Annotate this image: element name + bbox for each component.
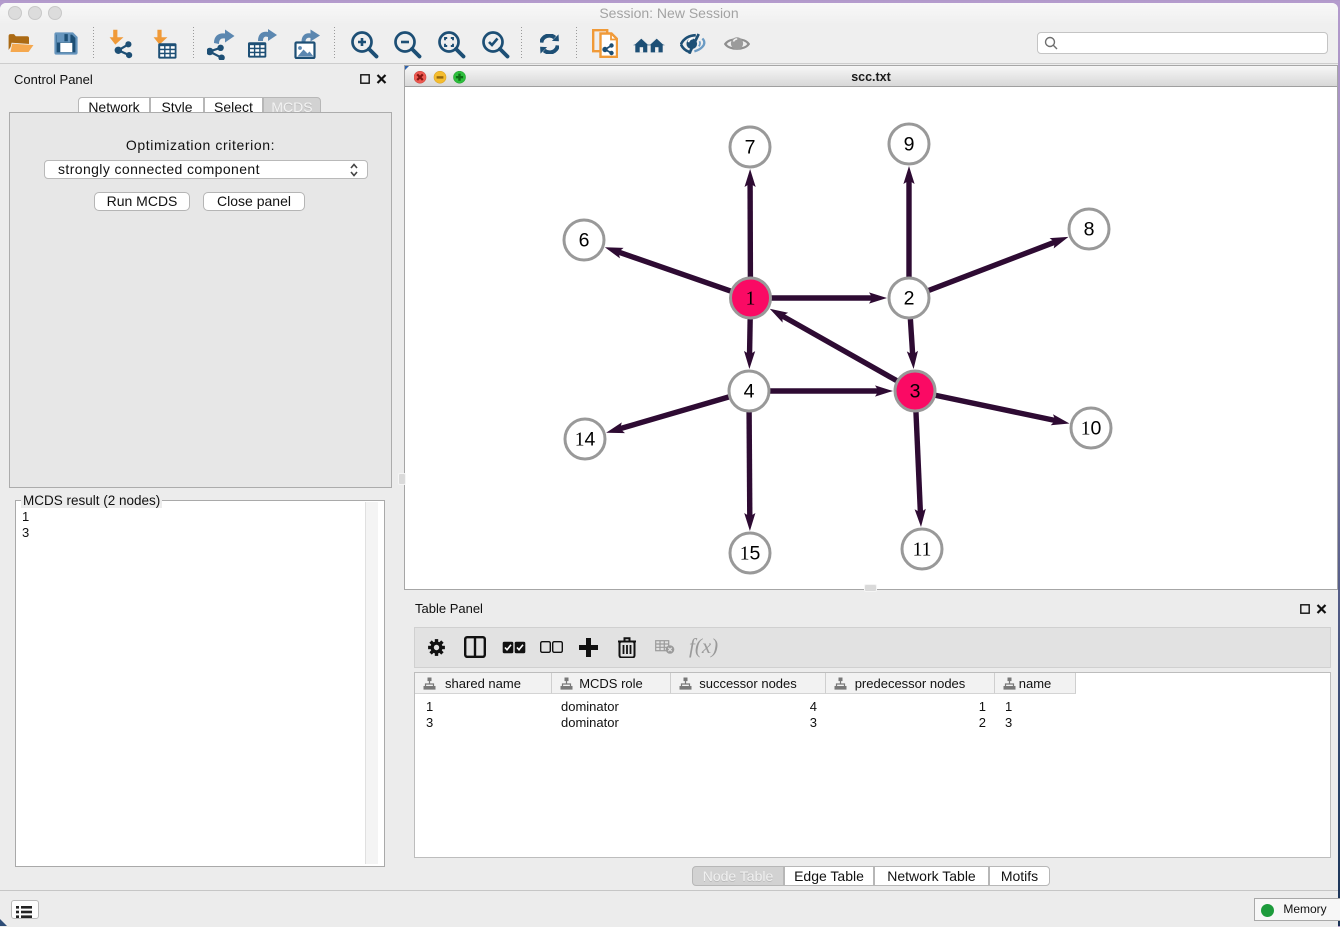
svg-text:8: 8 xyxy=(1084,219,1095,241)
svg-text:4: 4 xyxy=(744,381,755,403)
svg-text:9: 9 xyxy=(904,134,915,156)
svg-text:10: 10 xyxy=(1081,418,1102,440)
svg-text:2: 2 xyxy=(904,288,915,310)
svg-text:6: 6 xyxy=(579,230,590,252)
svg-text:7: 7 xyxy=(745,137,756,159)
svg-text:1: 1 xyxy=(746,289,756,310)
svg-text:14: 14 xyxy=(575,429,596,451)
svg-text:3: 3 xyxy=(910,381,921,403)
svg-text:15: 15 xyxy=(740,543,761,565)
svg-text:11: 11 xyxy=(913,540,932,561)
